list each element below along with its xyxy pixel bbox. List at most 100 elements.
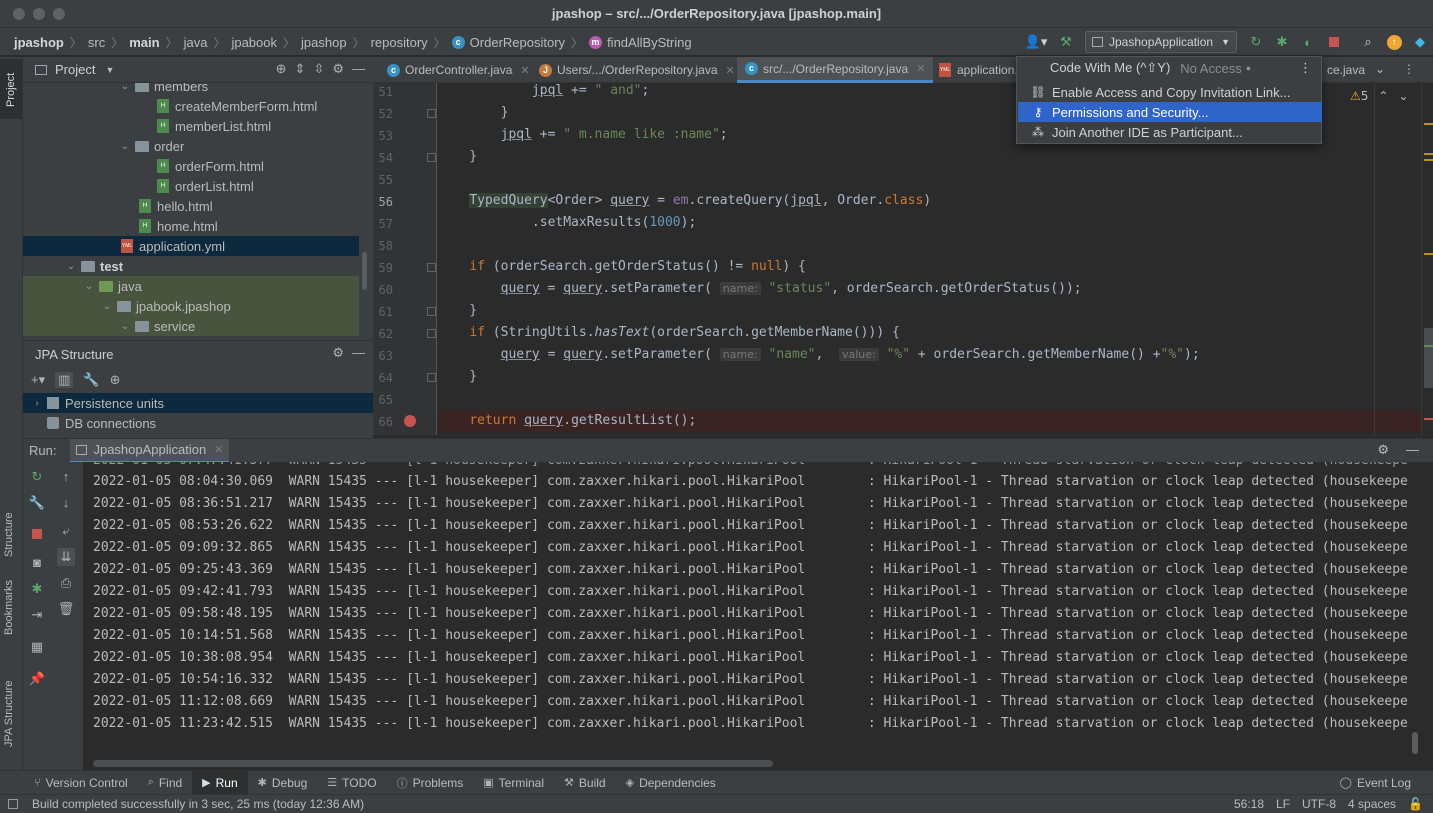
print-icon[interactable]: ⎙ bbox=[57, 574, 75, 592]
lock-icon[interactable]: 🔓 bbox=[1408, 797, 1423, 811]
tree-item-java[interactable]: ⌄ java bbox=[23, 276, 359, 296]
error-stripe[interactable] bbox=[1421, 83, 1433, 435]
breakpoint-icon[interactable] bbox=[404, 415, 416, 427]
version-control-tool[interactable]: ⑂ Version Control bbox=[24, 771, 138, 795]
chevron-down-icon[interactable]: ▼ bbox=[105, 65, 114, 75]
scroll-to-end-icon[interactable]: ⇊ bbox=[57, 548, 75, 566]
fold-marker[interactable] bbox=[427, 153, 436, 162]
inspection-widget[interactable]: ⚠5 ⌃ ⌄ bbox=[1350, 89, 1409, 103]
breadcrumb-item[interactable]: findAllByString bbox=[607, 35, 692, 50]
gear-icon[interactable]: ⚙ bbox=[332, 345, 344, 361]
project-scrollbar[interactable] bbox=[362, 252, 367, 290]
breadcrumb-item[interactable]: OrderRepository bbox=[470, 35, 565, 50]
update-icon[interactable]: ↑ bbox=[1383, 31, 1405, 53]
run-tab-jpashop[interactable]: JpashopApplication ✕ bbox=[70, 438, 230, 463]
tree-item-file[interactable]: HcreateMemberForm.html bbox=[23, 96, 359, 116]
jpa-structure-side-tab[interactable]: JPA Structure bbox=[3, 681, 15, 747]
tab-order-repository-users[interactable]: J Users/.../OrderRepository.java ✕ bbox=[531, 57, 743, 83]
close-icon[interactable]: ✕ bbox=[520, 64, 529, 77]
tree-item-file[interactable]: HorderList.html bbox=[23, 176, 359, 196]
gear-icon[interactable]: ⚙ bbox=[332, 61, 344, 77]
tree-item-order[interactable]: ⌄ order bbox=[23, 136, 359, 156]
build-tool[interactable]: ⚒ Build bbox=[554, 771, 616, 795]
tree-item-package[interactable]: ⌄ jpabook.jpashop bbox=[23, 296, 359, 316]
fold-marker[interactable] bbox=[427, 329, 436, 338]
breadcrumb-item[interactable]: jpashop bbox=[14, 35, 64, 50]
stop-icon[interactable] bbox=[1323, 31, 1345, 53]
hide-icon[interactable]: — bbox=[352, 61, 365, 77]
jpa-item-persistence-units[interactable]: › Persistence units bbox=[23, 393, 373, 413]
tree-item-file-selected[interactable]: YML application.yml bbox=[23, 236, 359, 256]
rerun-icon[interactable]: ↻ bbox=[1245, 31, 1267, 53]
tab-application-yml[interactable]: YML application. bbox=[931, 57, 1026, 83]
stop-icon[interactable] bbox=[28, 526, 46, 544]
dependencies-tool[interactable]: ◈ Dependencies bbox=[616, 771, 726, 795]
tree-item-file[interactable]: HmemberList.html bbox=[23, 116, 359, 136]
panel-toggle-icon[interactable] bbox=[8, 799, 18, 809]
coverage-icon[interactable]: ◐ bbox=[1297, 31, 1319, 53]
hide-icon[interactable]: — bbox=[352, 345, 365, 361]
camera-icon[interactable]: ◙ bbox=[28, 554, 46, 572]
hide-icon[interactable]: — bbox=[1406, 442, 1419, 457]
breadcrumb-item[interactable]: java bbox=[184, 35, 208, 50]
project-side-tab[interactable]: Project bbox=[0, 59, 22, 119]
fold-marker[interactable] bbox=[427, 263, 436, 272]
breadcrumb-item[interactable]: repository bbox=[371, 35, 428, 50]
fold-marker[interactable] bbox=[427, 373, 436, 382]
console-horizontal-scrollbar[interactable] bbox=[93, 760, 773, 767]
problems-tool[interactable]: ⓘ Problems bbox=[387, 771, 474, 795]
fold-marker[interactable] bbox=[427, 307, 436, 316]
close-icon[interactable]: ✕ bbox=[214, 443, 223, 456]
wrench-icon[interactable]: 🔧 bbox=[28, 494, 46, 512]
close-icon[interactable]: ✕ bbox=[916, 62, 925, 75]
more-tabs-icon[interactable]: ⋮ bbox=[1403, 62, 1415, 76]
tab-overflow-file[interactable]: ce.java bbox=[1319, 57, 1373, 83]
rerun-icon[interactable]: ↻ bbox=[28, 468, 46, 486]
breadcrumb-item[interactable]: main bbox=[129, 35, 159, 50]
project-panel-title[interactable]: Project bbox=[55, 62, 95, 77]
fold-marker[interactable] bbox=[427, 109, 436, 118]
file-encoding[interactable]: UTF-8 bbox=[1302, 797, 1336, 811]
jpa-item-db-connections[interactable]: DB connections bbox=[23, 413, 373, 433]
bookmarks-side-tab[interactable]: Bookmarks bbox=[3, 580, 15, 635]
structure-side-tab[interactable]: Structure bbox=[3, 512, 15, 557]
tree-item-service[interactable]: ⌄ service bbox=[23, 316, 359, 336]
wrench-icon[interactable]: 🔧 bbox=[83, 372, 99, 388]
tree-item-members[interactable]: ⌄ members bbox=[23, 83, 359, 96]
permissions-security-menu-item[interactable]: ⚷ Permissions and Security... bbox=[1018, 102, 1322, 122]
debug-icon[interactable]: ✱ bbox=[28, 580, 46, 598]
event-log-tool[interactable]: ◯ Event Log bbox=[1330, 771, 1421, 795]
tab-order-controller[interactable]: c OrderController.java ✕ bbox=[379, 57, 538, 83]
tab-order-repository-src[interactable]: c src/.../OrderRepository.java ✕ bbox=[737, 57, 934, 83]
add-icon[interactable]: +▾ bbox=[31, 372, 45, 388]
breadcrumb-item[interactable]: src bbox=[88, 35, 105, 50]
more-options-icon[interactable]: ⋮ bbox=[1299, 60, 1312, 76]
terminal-tool[interactable]: ▣ Terminal bbox=[473, 771, 554, 795]
tab-list-chevron-icon[interactable]: ⌄ bbox=[1375, 62, 1385, 76]
debug-icon[interactable]: ✱ bbox=[1271, 31, 1293, 53]
expand-all-icon[interactable]: ⇕ bbox=[295, 61, 306, 77]
line-separator[interactable]: LF bbox=[1276, 797, 1290, 811]
todo-tool[interactable]: ☰ TODO bbox=[317, 771, 386, 795]
indent-setting[interactable]: 4 spaces bbox=[1348, 797, 1396, 811]
tree-item-file[interactable]: HorderForm.html bbox=[23, 156, 359, 176]
down-arrow-icon[interactable]: ↓ bbox=[57, 494, 75, 512]
trash-icon[interactable]: 🗑 bbox=[57, 600, 75, 618]
run-config-select[interactable]: JpashopApplication ▼ bbox=[1085, 31, 1237, 53]
gear-icon[interactable]: ⚙ bbox=[1377, 442, 1389, 458]
debug-tool[interactable]: ✱ Debug bbox=[248, 771, 318, 795]
enable-access-menu-item[interactable]: ⛓ Enable Access and Copy Invitation Link.… bbox=[1018, 82, 1322, 102]
tree-item-test[interactable]: ⌄ test bbox=[23, 256, 359, 276]
caret-position[interactable]: 56:18 bbox=[1234, 797, 1264, 811]
run-tool[interactable]: ▶ Run bbox=[192, 770, 248, 795]
tree-item-file[interactable]: Hhello.html bbox=[23, 196, 359, 216]
code-with-me-icon[interactable]: 👤▾ bbox=[1021, 31, 1051, 53]
join-ide-menu-item[interactable]: ⁂ Join Another IDE as Participant... bbox=[1018, 122, 1322, 142]
exit-icon[interactable]: ⇥ bbox=[28, 606, 46, 624]
console-scrollbar[interactable] bbox=[1412, 732, 1418, 754]
breadcrumb-item[interactable]: jpabook bbox=[231, 35, 277, 50]
search-everywhere-icon[interactable]: ⌕ bbox=[1357, 31, 1379, 53]
jetbrains-icon[interactable]: ◆ bbox=[1409, 31, 1431, 53]
pin-icon[interactable]: 📌 bbox=[28, 670, 46, 688]
close-icon[interactable]: ✕ bbox=[726, 64, 735, 77]
